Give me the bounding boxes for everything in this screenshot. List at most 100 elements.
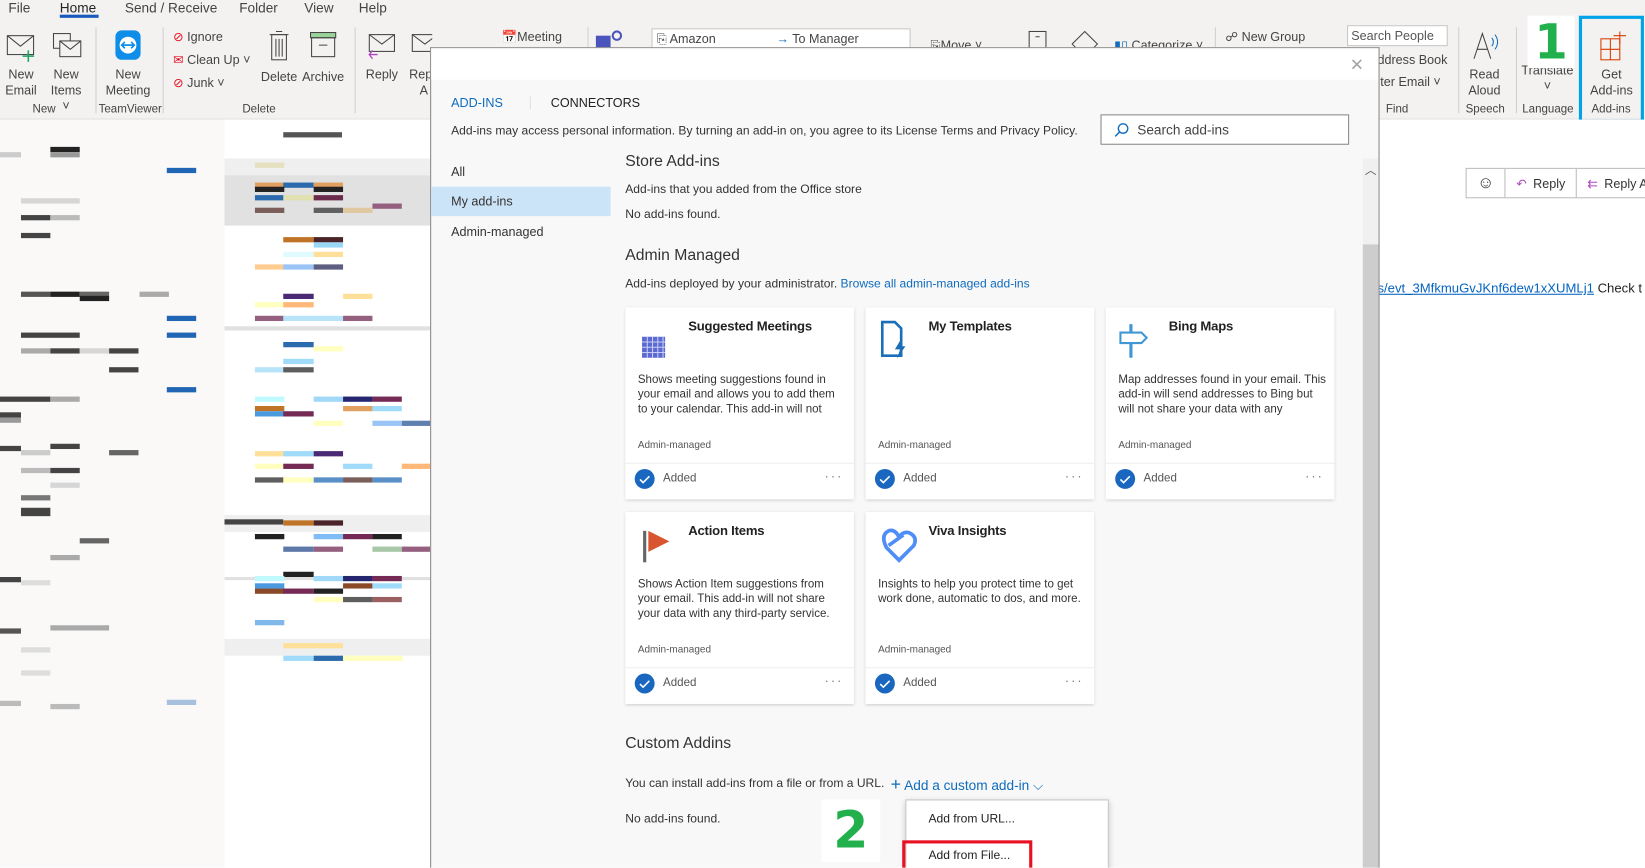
new-email-button[interactable]: New Email bbox=[4, 31, 38, 98]
card-divider bbox=[625, 667, 854, 669]
junk-icon: ⊘ bbox=[173, 75, 184, 91]
redacted-block bbox=[254, 207, 285, 213]
custom-addins-empty: No add-ins found. bbox=[625, 813, 721, 826]
nav-all[interactable]: All bbox=[431, 157, 610, 186]
ignore-button[interactable]: ⊘ Ignore bbox=[173, 29, 223, 44]
archive-button[interactable]: Archive bbox=[302, 29, 344, 85]
tab-connectors[interactable]: CONNECTORS bbox=[551, 95, 640, 110]
nav-my-addins[interactable]: My add-ins bbox=[431, 186, 611, 217]
more-options-icon[interactable]: ··· bbox=[825, 469, 844, 484]
redacted-block bbox=[254, 588, 285, 594]
redacted-block bbox=[372, 596, 402, 603]
addin-description: Map addresses found in your email. This … bbox=[1118, 373, 1326, 416]
browse-admin-addins-link[interactable]: Browse all admin-managed add-ins bbox=[841, 278, 1030, 291]
redacted-block bbox=[50, 554, 80, 561]
add-custom-addin-button[interactable]: + Add a custom add-in ⌵ bbox=[891, 774, 1044, 795]
redacted-block bbox=[283, 655, 314, 661]
tab-help[interactable]: Help bbox=[359, 0, 387, 16]
redacted-block bbox=[313, 520, 344, 526]
message-list[interactable] bbox=[224, 119, 431, 868]
redacted-block bbox=[283, 182, 314, 188]
addin-card[interactable]: My Templates Admin-managed Added ··· bbox=[865, 307, 1095, 500]
dialog-header: ✕ bbox=[431, 48, 1379, 80]
redacted-block bbox=[313, 533, 344, 540]
new-meeting-teamviewer-button[interactable]: New Meeting bbox=[103, 29, 153, 98]
redacted-block bbox=[313, 346, 344, 352]
redacted-block bbox=[254, 186, 285, 192]
read-aloud-button[interactable]: Read Aloud bbox=[1465, 29, 1505, 98]
redacted-block bbox=[283, 132, 343, 138]
junk-button[interactable]: ⊘ Junk ˅ bbox=[173, 76, 225, 91]
scrollbar-thumb[interactable] bbox=[1362, 244, 1379, 868]
group-label-find: Find bbox=[1385, 102, 1409, 116]
reply-all-button[interactable]: Rep A bbox=[409, 31, 433, 98]
signpost-icon bbox=[1118, 320, 1154, 360]
message-link[interactable]: s/evt_3MfkmuGvJKnf6dew1xXUMLj1 bbox=[1377, 281, 1593, 296]
filter-email-button[interactable]: lter Email ˅ bbox=[1377, 74, 1440, 89]
address-book-button[interactable]: ddress Book bbox=[1377, 52, 1447, 67]
tab-send-receive[interactable]: Send / Receive bbox=[125, 0, 218, 16]
redacted-block bbox=[109, 450, 139, 456]
reply-button[interactable]: Reply bbox=[363, 31, 401, 82]
redacted-block bbox=[343, 463, 373, 469]
tab-home[interactable]: Home bbox=[60, 0, 96, 16]
nav-admin-managed[interactable]: Admin-managed bbox=[431, 217, 610, 246]
quick-step-amazon[interactable]: ⎘ Amazon bbox=[657, 31, 716, 47]
search-addins-input[interactable]: Search add-ins bbox=[1100, 114, 1350, 145]
custom-addins-heading: Custom Addins bbox=[625, 734, 732, 753]
more-options-icon[interactable]: ··· bbox=[825, 674, 844, 689]
close-icon[interactable]: ✕ bbox=[1350, 55, 1364, 76]
reply-envelope-icon bbox=[368, 34, 395, 60]
trash-icon bbox=[269, 30, 289, 61]
emoji-reaction-button[interactable]: ☺ bbox=[1467, 168, 1506, 198]
more-options-icon[interactable]: ··· bbox=[1305, 469, 1324, 484]
redacted-block bbox=[20, 507, 51, 517]
scroll-up-icon[interactable]: ︿ bbox=[1365, 162, 1377, 179]
redacted-block bbox=[283, 451, 314, 457]
reading-reply-button[interactable]: ↶ Reply bbox=[1506, 168, 1577, 198]
addin-card[interactable]: Bing Maps Map addresses found in your ema… bbox=[1105, 307, 1335, 500]
archive-label: Archive bbox=[302, 69, 345, 84]
redacted-block bbox=[343, 477, 373, 483]
redacted-block bbox=[50, 291, 80, 297]
tab-file[interactable]: File bbox=[8, 0, 30, 16]
redacted-block bbox=[20, 232, 51, 239]
addin-card[interactable]: Viva Insights Insights to help you protec… bbox=[865, 511, 1095, 704]
redacted-block bbox=[343, 655, 403, 661]
ignore-icon: ⊘ bbox=[173, 29, 184, 45]
redacted-block bbox=[20, 580, 51, 586]
translate-dropdown[interactable]: ˅ bbox=[1537, 79, 1558, 95]
search-people-input[interactable]: Search People bbox=[1347, 25, 1448, 47]
group-separator bbox=[95, 27, 97, 114]
more-options-icon[interactable]: ··· bbox=[1065, 469, 1084, 484]
search-icon bbox=[1114, 122, 1129, 137]
reading-pane: ☺ ↶ Reply ⇇ Reply All s/evt_3MfkmuGvJKnf6d… bbox=[1377, 119, 1645, 868]
reading-reply-all-button[interactable]: ⇇ Reply All bbox=[1577, 169, 1645, 197]
group-label-language: Language bbox=[1522, 102, 1574, 116]
tab-addins[interactable]: ADD-INS bbox=[451, 95, 503, 110]
redacted-block bbox=[313, 596, 344, 603]
tab-folder[interactable]: Folder bbox=[239, 0, 278, 16]
dialog-scrollbar[interactable]: ︿ bbox=[1362, 158, 1379, 868]
folder-pane[interactable] bbox=[0, 119, 225, 868]
clean-up-button[interactable]: ✉ Clean Up ˅ bbox=[173, 52, 250, 67]
new-group-button[interactable]: ☍ New Group bbox=[1225, 29, 1305, 44]
quick-step-to-manager[interactable]: → To Manager bbox=[776, 31, 858, 46]
redacted-block bbox=[139, 291, 169, 297]
message-body-line: s/evt_3MfkmuGvJKnf6dew1xXUMLj1 Check t bbox=[1377, 281, 1642, 296]
meeting-button[interactable]: 📅Meeting bbox=[501, 29, 561, 44]
store-addins-heading: Store Add-ins bbox=[625, 152, 720, 170]
menu-add-from-url[interactable]: Add from URL... bbox=[928, 813, 1015, 826]
message-row-band[interactable] bbox=[224, 326, 431, 331]
tab-view[interactable]: View bbox=[304, 0, 333, 16]
redacted-block bbox=[283, 251, 314, 258]
addin-card[interactable]: Suggested Meetings Shows meeting suggesti… bbox=[625, 307, 854, 500]
add-custom-addin-label: Add a custom add-in bbox=[904, 777, 1030, 794]
reply-all-arrow-icon: ⇇ bbox=[1587, 175, 1598, 191]
delete-button[interactable]: Delete bbox=[260, 29, 298, 85]
more-options-icon[interactable]: ··· bbox=[1065, 674, 1084, 689]
redacted-block bbox=[343, 575, 373, 582]
redacted-block bbox=[254, 477, 285, 483]
redacted-block bbox=[166, 167, 197, 174]
addin-card[interactable]: Action Items Shows Action Item suggestion… bbox=[625, 511, 854, 704]
